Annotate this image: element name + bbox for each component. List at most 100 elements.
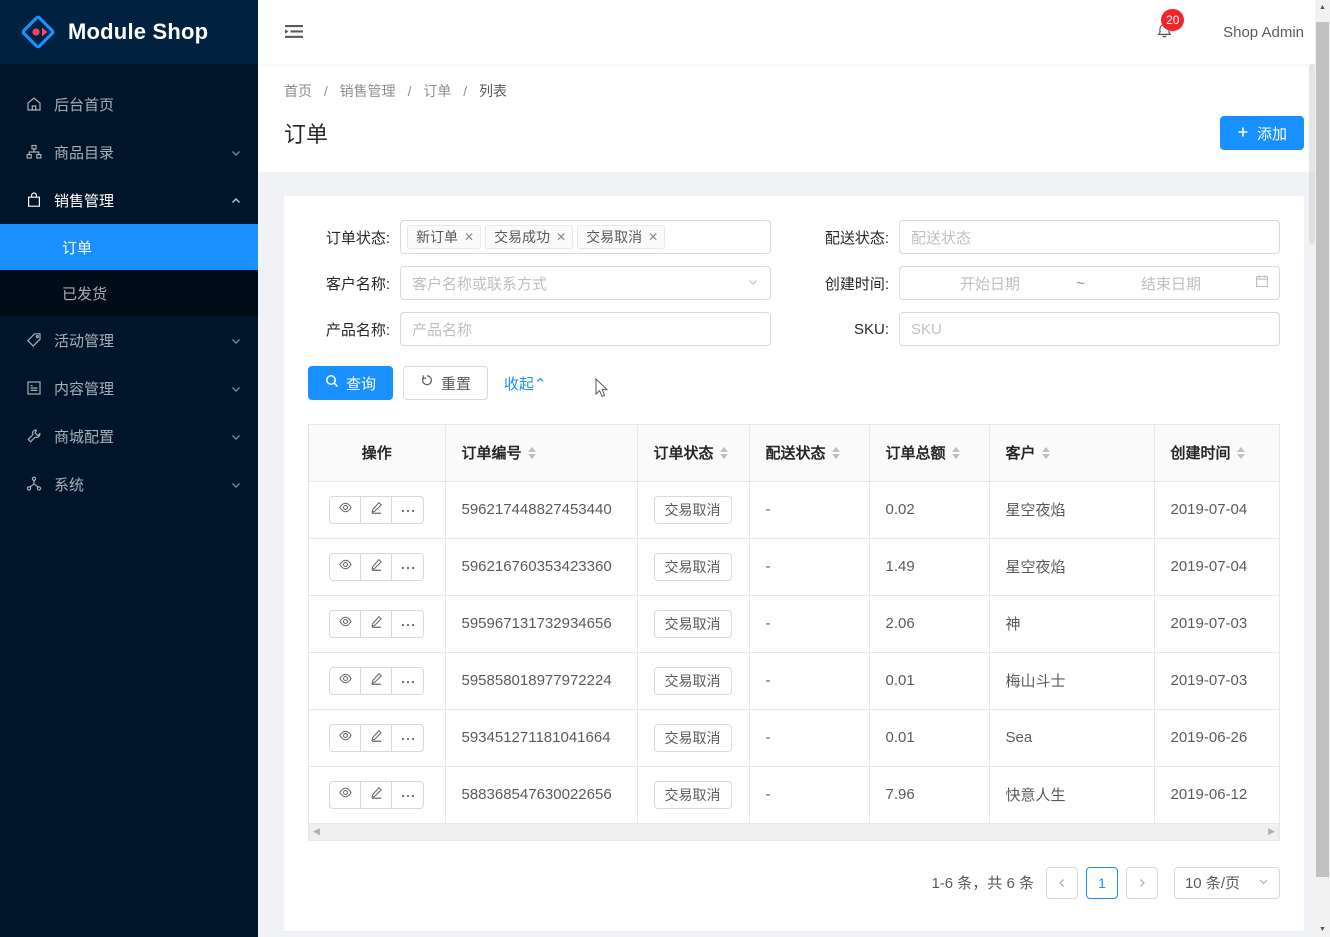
chevron-down-icon — [230, 430, 242, 442]
search-button[interactable]: 查询 — [308, 366, 394, 400]
customer-name-select[interactable]: 客户名称或联系方式 — [400, 266, 771, 300]
pagination-next[interactable] — [1125, 866, 1158, 899]
row-action-group — [329, 666, 425, 695]
sidebar-item-shop-config[interactable]: 商城配置 — [0, 412, 258, 460]
sku-input[interactable]: SKU — [899, 312, 1280, 346]
sidebar-item-promotions[interactable]: 活动管理 — [0, 316, 258, 364]
breadcrumb-item-home[interactable]: 首页 — [284, 83, 312, 99]
order-status-select[interactable]: 新订单 ✕ 交易成功 ✕ 交易取消 ✕ — [400, 220, 771, 254]
scroll-up-arrow[interactable]: ▲ — [1315, 0, 1330, 15]
column-header-order-status[interactable]: 订单状态 — [637, 425, 750, 482]
sort-icon[interactable] — [719, 446, 728, 459]
pagination-page-1[interactable]: 1 — [1085, 866, 1118, 899]
status-badge[interactable]: 交易取消 — [653, 780, 732, 809]
browser-scrollbar[interactable]: ▲ ▼ — [1315, 0, 1330, 937]
sidebar-item-dashboard[interactable]: 后台首页 — [0, 80, 258, 128]
start-date-placeholder[interactable]: 开始日期 — [910, 273, 1070, 294]
table-row: 595967131732934656 交易取消 -2.06 神 2019-07-03 — [309, 595, 1279, 653]
column-header-created-at[interactable]: 创建时间 — [1154, 425, 1279, 482]
column-header-customer[interactable]: 客户 — [989, 425, 1155, 482]
status-tag-label: 交易取消 — [586, 229, 643, 245]
column-header-total[interactable]: 订单总额 — [869, 425, 990, 482]
sidebar-menu: 后台首页 商品目录 销售管理 订单 已发货 活动管理 内容管理 商城配置 系统 — [0, 64, 258, 508]
browser-scrollbar-thumb[interactable] — [1316, 22, 1329, 877]
sort-icon[interactable] — [951, 446, 960, 459]
user-menu[interactable]: Shop Admin — [1223, 24, 1304, 41]
status-badge[interactable]: 交易取消 — [653, 723, 732, 752]
orders-table-wrap: 操作 订单编号 订单状态 配送状态 订单总额 客户 创建时间 596217448… — [308, 424, 1280, 841]
brand-logo[interactable]: Module Shop — [0, 0, 258, 64]
reset-button[interactable]: 重置 — [403, 366, 489, 400]
create-time-range-picker[interactable]: 开始日期 ~ 结束日期 — [899, 266, 1280, 300]
row-edit-button[interactable] — [361, 781, 393, 808]
breadcrumb-item-orders[interactable]: 订单 — [423, 83, 451, 99]
row-view-button[interactable] — [330, 610, 362, 637]
sort-icon[interactable] — [1041, 446, 1050, 459]
column-label: 订单状态 — [653, 445, 714, 463]
scroll-right-arrow[interactable]: ▶ — [1268, 826, 1275, 837]
page-size-select[interactable]: 10 条/页 — [1173, 866, 1280, 899]
menu-fold-icon[interactable] — [274, 12, 314, 52]
sort-icon[interactable] — [527, 446, 536, 459]
sidebar-item-shipped[interactable]: 已发货 — [0, 270, 258, 316]
table-horizontal-scrollbar[interactable]: ◀ ▶ — [309, 823, 1279, 841]
sidebar-item-catalog[interactable]: 商品目录 — [0, 128, 258, 176]
pagination-prev[interactable] — [1045, 866, 1078, 899]
sidebar-item-sales[interactable]: 销售管理 — [0, 176, 258, 224]
scroll-down-arrow[interactable]: ▼ — [1315, 922, 1330, 937]
row-edit-button[interactable] — [361, 553, 393, 580]
status-tag[interactable]: 交易取消 ✕ — [577, 225, 666, 249]
add-button[interactable]: 添加 — [1219, 116, 1304, 150]
date-range-separator: ~ — [1076, 274, 1085, 292]
end-date-placeholder[interactable]: 结束日期 — [1091, 273, 1251, 294]
row-more-button[interactable] — [392, 668, 423, 694]
row-view-button[interactable] — [330, 553, 362, 580]
close-icon[interactable]: ✕ — [464, 230, 474, 244]
row-view-button[interactable] — [330, 496, 362, 523]
topbar: 20 Shop Admin — [258, 0, 1330, 64]
row-view-button[interactable] — [330, 724, 362, 751]
notifications-button[interactable]: 20 — [1147, 9, 1185, 49]
column-header-order-no[interactable]: 订单编号 — [445, 425, 638, 482]
product-name-input[interactable]: 产品名称 — [400, 312, 771, 346]
sort-icon[interactable] — [1236, 446, 1245, 459]
cell-delivery-status: - — [749, 481, 870, 539]
cell-created-at: 2019-06-12 — [1154, 766, 1279, 824]
row-more-button[interactable] — [392, 554, 423, 580]
row-view-button[interactable] — [330, 781, 362, 808]
close-icon[interactable]: ✕ — [648, 230, 658, 244]
breadcrumb-item-sales[interactable]: 销售管理 — [340, 83, 396, 99]
table-row: 593451271181041664 交易取消 -0.01 Sea 2019-06-26 — [309, 709, 1279, 767]
column-label: 配送状态 — [765, 445, 826, 463]
collapse-toggle[interactable]: 收起⌃ — [504, 373, 547, 394]
chevron-down-icon — [230, 478, 242, 490]
eye-icon — [339, 729, 352, 746]
scroll-left-arrow[interactable]: ◀ — [313, 826, 320, 837]
cell-order-status: 交易取消 — [637, 538, 750, 596]
content-area: 订单状态: 新订单 ✕ 交易成功 ✕ 交易取消 ✕ 配送状态: 配送状态 客户名… — [258, 172, 1330, 937]
row-edit-button[interactable] — [361, 667, 393, 694]
row-more-button[interactable] — [392, 782, 423, 808]
row-more-button[interactable] — [392, 725, 423, 751]
status-badge[interactable]: 交易取消 — [653, 552, 732, 581]
row-edit-button[interactable] — [361, 496, 393, 523]
row-more-button[interactable] — [392, 497, 423, 523]
status-badge[interactable]: 交易取消 — [653, 495, 732, 524]
sidebar-item-content[interactable]: 内容管理 — [0, 364, 258, 412]
status-badge[interactable]: 交易取消 — [653, 609, 732, 638]
sidebar-item-orders[interactable]: 订单 — [0, 224, 258, 270]
row-edit-button[interactable] — [361, 610, 393, 637]
sidebar-item-system[interactable]: 系统 — [0, 460, 258, 508]
status-tag[interactable]: 新订单 ✕ — [407, 225, 482, 249]
status-badge[interactable]: 交易取消 — [653, 666, 732, 695]
close-icon[interactable]: ✕ — [556, 230, 566, 244]
cell-total: 0.02 — [869, 481, 990, 539]
sort-icon[interactable] — [831, 446, 840, 459]
column-header-delivery-status[interactable]: 配送状态 — [749, 425, 870, 482]
status-tag[interactable]: 交易成功 ✕ — [485, 225, 574, 249]
row-more-button[interactable] — [392, 611, 423, 637]
row-view-button[interactable] — [330, 667, 362, 694]
cell-customer: 快意人生 — [989, 766, 1155, 824]
row-edit-button[interactable] — [361, 724, 393, 751]
delivery-status-input[interactable]: 配送状态 — [899, 220, 1280, 254]
